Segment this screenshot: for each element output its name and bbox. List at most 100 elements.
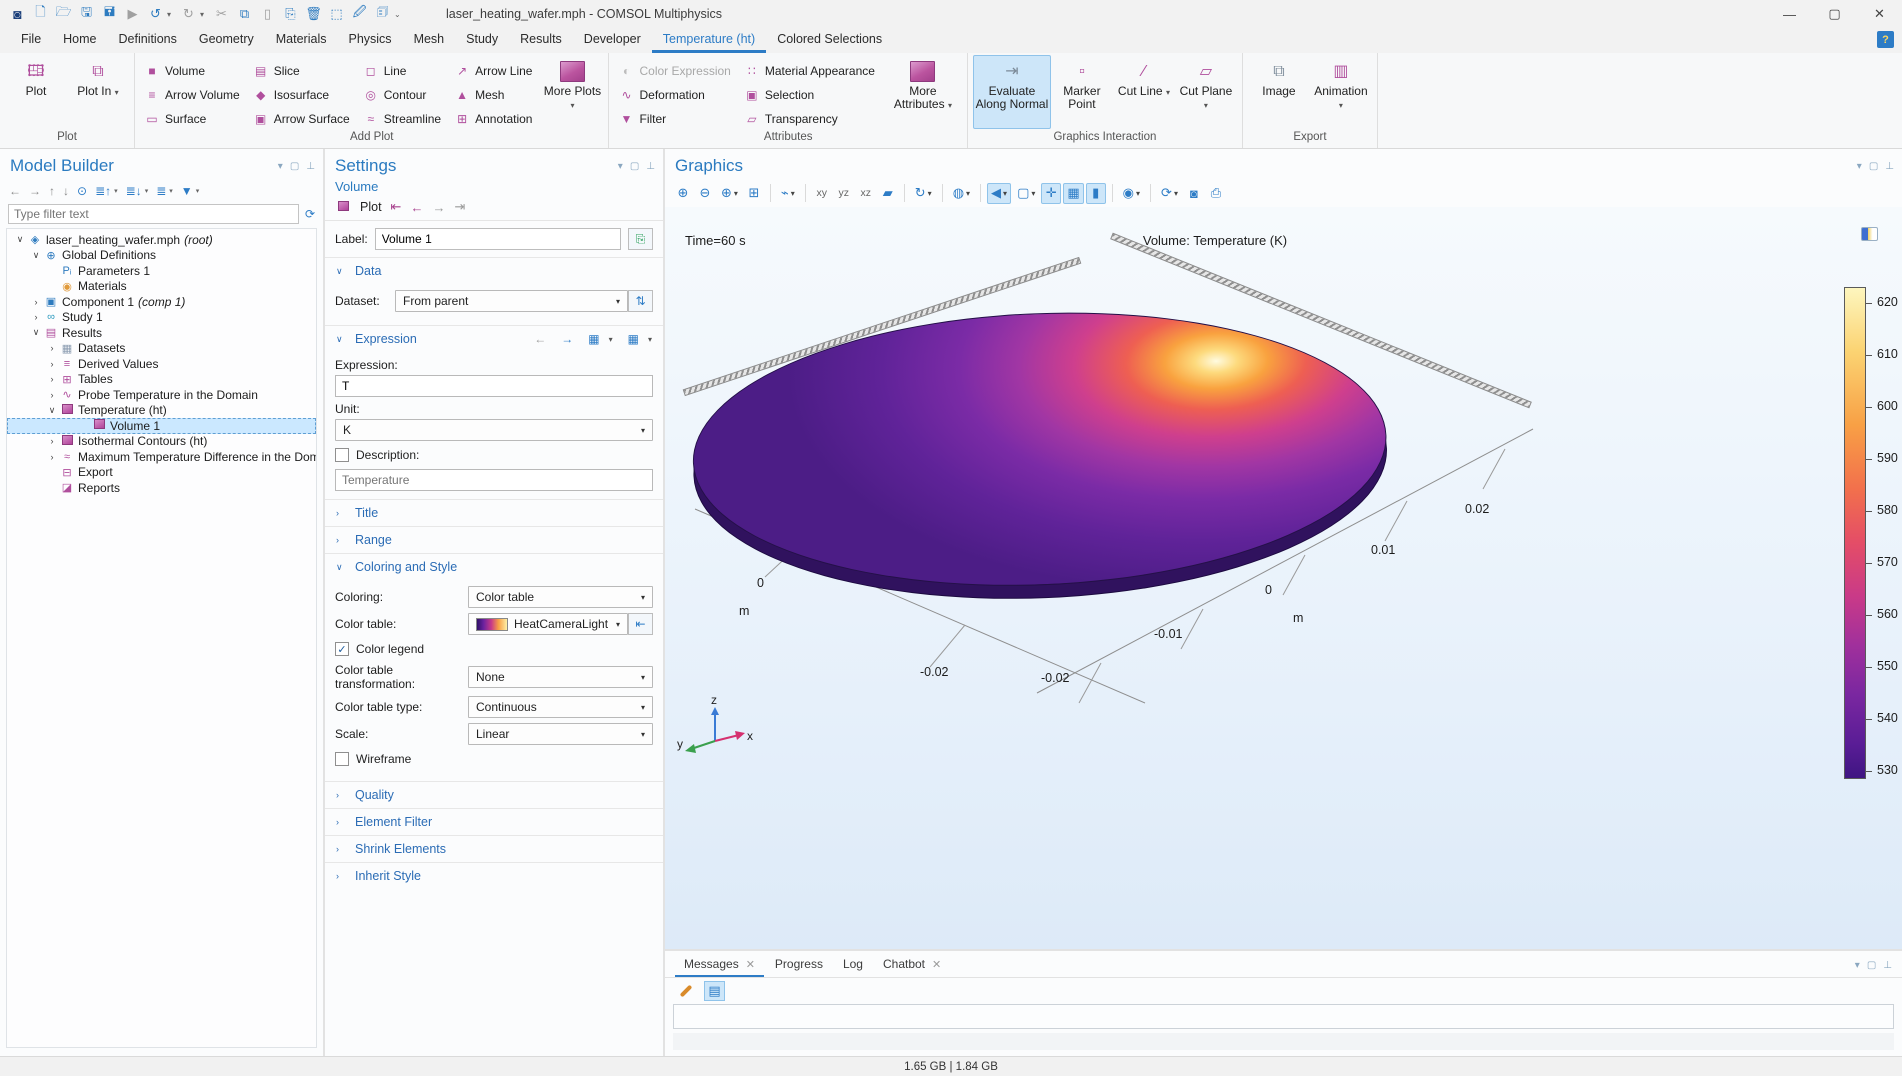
- panel-float-icon[interactable]: ▢: [1867, 960, 1876, 971]
- previous-plot-icon[interactable]: ←: [410, 200, 423, 215]
- marker-point-button[interactable]: ▫ Marker Point: [1051, 55, 1113, 129]
- tree-item-probe-temperature[interactable]: ›∿Probe Temperature in the Domain: [7, 387, 316, 403]
- section-shrink-elements[interactable]: › Shrink Elements: [325, 835, 663, 862]
- tab-log[interactable]: Log: [834, 953, 872, 977]
- wireframe-checkbox[interactable]: [335, 752, 349, 766]
- dataset-select[interactable]: From parent▾: [395, 290, 628, 312]
- mesh-button[interactable]: ▲Mesh: [450, 83, 541, 107]
- section-title[interactable]: › Title: [325, 499, 663, 526]
- redo-caret-icon[interactable]: ▾: [200, 10, 210, 19]
- model-tree-nodes-icon[interactable]: ≣: [156, 184, 166, 198]
- show-icon[interactable]: ⊙: [77, 184, 87, 198]
- forward-icon[interactable]: →: [29, 184, 41, 198]
- save-as-icon[interactable]: 🖬: [98, 3, 121, 25]
- paste-icon[interactable]: ▯: [256, 3, 279, 25]
- show-message-window-icon[interactable]: ▤: [704, 981, 725, 1001]
- more-plots-button[interactable]: More Plots ▾: [541, 55, 603, 129]
- filter-input[interactable]: [8, 204, 299, 224]
- arrow-surface-button[interactable]: ▣Arrow Surface: [249, 107, 359, 131]
- wafer-3d-plot[interactable]: [665, 207, 1432, 642]
- material-appearance-button[interactable]: ∷Material Appearance: [740, 59, 884, 83]
- show-color-legend-icon[interactable]: ▮: [1086, 183, 1106, 204]
- image-button[interactable]: ⧉ Image: [1248, 55, 1310, 129]
- tree-item-volume-1[interactable]: Volume 1: [7, 418, 316, 434]
- transparency-button[interactable]: ▱Transparency: [740, 107, 884, 131]
- chevron-down-icon[interactable]: ▾: [648, 335, 652, 344]
- color-table-type-select[interactable]: Continuous▾: [468, 696, 653, 718]
- delete-icon[interactable]: 🗑: [302, 3, 325, 25]
- zoom-extents-icon[interactable]: ⊞: [744, 183, 764, 204]
- tab-materials[interactable]: Materials: [265, 28, 338, 53]
- color-table-select[interactable]: HeatCameraLight▾: [468, 613, 628, 635]
- tab-home[interactable]: Home: [52, 28, 107, 53]
- unit-select[interactable]: K▾: [335, 419, 653, 441]
- orthographic-projection-icon[interactable]: ▰: [878, 183, 898, 204]
- back-icon[interactable]: ←: [9, 184, 21, 198]
- animation-button[interactable]: ▥ Animation▾: [1310, 55, 1372, 129]
- first-plot-icon[interactable]: ⇤: [391, 199, 402, 215]
- close-tab-icon[interactable]: ✕: [932, 958, 941, 971]
- description-input[interactable]: [335, 469, 653, 491]
- find-icon[interactable]: 🗊: [371, 3, 394, 25]
- tab-mesh[interactable]: Mesh: [403, 28, 456, 53]
- annotation-button[interactable]: ⊞Annotation: [450, 107, 541, 131]
- go-to-default-view-icon[interactable]: ⌁▾: [777, 183, 799, 204]
- undo-icon[interactable]: ↺: [144, 3, 167, 25]
- go-to-source-icon[interactable]: ⇅: [628, 290, 653, 312]
- copy-icon[interactable]: ⧉: [233, 3, 256, 25]
- clear-messages-icon[interactable]: [675, 981, 696, 1001]
- open-file-icon[interactable]: 🗁: [52, 3, 75, 25]
- chevron-down-icon[interactable]: ▾: [114, 187, 118, 195]
- section-expression[interactable]: ∨ Expression ← → ▦▾ ▦▾: [325, 325, 663, 352]
- tree-item-isothermal-contours[interactable]: ›Isothermal Contours (ht): [7, 434, 316, 450]
- save-icon[interactable]: 🖫: [75, 3, 98, 25]
- replace-expression-icon[interactable]: ▦: [588, 332, 599, 346]
- tree-item-global-definitions[interactable]: ∨⊕Global Definitions: [7, 248, 316, 264]
- snapshot-camera-icon[interactable]: ◙: [1184, 183, 1204, 204]
- view-xz-icon[interactable]: xz: [856, 183, 876, 204]
- tree-item-root[interactable]: ∨◈laser_heating_wafer.mph(root): [7, 232, 316, 248]
- cut-icon[interactable]: ✂: [210, 3, 233, 25]
- sound-icon[interactable]: ◀▾: [987, 183, 1011, 204]
- cut-plane-button[interactable]: ▱ Cut Plane ▾: [1175, 55, 1237, 129]
- select-paint-icon[interactable]: 🖉: [348, 3, 371, 25]
- zoom-out-icon[interactable]: ⊖: [695, 183, 715, 204]
- tab-temperature-ht[interactable]: Temperature (ht): [652, 28, 766, 53]
- plot-update-icon[interactable]: ⟳▾: [1157, 183, 1182, 204]
- rotate-icon[interactable]: ↻▾: [911, 183, 936, 204]
- expand-all-icon[interactable]: ≣↓: [126, 184, 142, 198]
- close-tab-icon[interactable]: ✕: [746, 958, 755, 971]
- arrow-line-button[interactable]: ↗Arrow Line: [450, 59, 541, 83]
- plot-area[interactable]: Time=60 s Volume: Temperature (K): [665, 207, 1902, 949]
- label-input[interactable]: [375, 228, 621, 250]
- scale-select[interactable]: Linear▾: [468, 723, 653, 745]
- tree-item-derived-values[interactable]: ›≡Derived Values: [7, 356, 316, 372]
- view-yz-icon[interactable]: yz: [834, 183, 854, 204]
- description-checkbox[interactable]: [335, 448, 349, 462]
- panel-menu-icon[interactable]: ▾: [278, 161, 283, 172]
- panel-float-icon[interactable]: ▢: [1869, 161, 1878, 172]
- panel-menu-icon[interactable]: ▾: [618, 161, 623, 172]
- next-expression-icon[interactable]: →: [561, 332, 573, 346]
- print-icon[interactable]: ⎙: [1206, 183, 1226, 204]
- scene-light-icon[interactable]: ◍▾: [949, 183, 974, 204]
- minimize-button[interactable]: —: [1767, 0, 1812, 28]
- plot-button[interactable]: 🖽 Plot: [5, 55, 67, 129]
- surface-button[interactable]: ▭Surface: [140, 107, 249, 131]
- chevron-down-icon[interactable]: ▾: [169, 187, 173, 195]
- next-plot-icon[interactable]: →: [432, 200, 445, 215]
- chevron-down-icon[interactable]: ▾: [145, 187, 149, 195]
- chevron-down-icon[interactable]: ▾: [609, 335, 613, 344]
- color-legend-checkbox[interactable]: ✓: [335, 642, 349, 656]
- arrow-volume-button[interactable]: ≡Arrow Volume: [140, 83, 249, 107]
- tab-progress[interactable]: Progress: [766, 953, 832, 977]
- color-table-settings-icon[interactable]: ⇤: [628, 613, 653, 635]
- qat-more-icon[interactable]: ⌄: [394, 10, 404, 19]
- slice-button[interactable]: ▤Slice: [249, 59, 359, 83]
- tree-item-reports[interactable]: ◪Reports: [7, 480, 316, 496]
- panel-pin-icon[interactable]: ⊥: [646, 161, 655, 172]
- panel-pin-icon[interactable]: ⊥: [1883, 960, 1892, 971]
- panel-menu-icon[interactable]: ▾: [1857, 161, 1862, 172]
- panel-float-icon[interactable]: ▢: [290, 161, 299, 172]
- coloring-select[interactable]: Color table▾: [468, 586, 653, 608]
